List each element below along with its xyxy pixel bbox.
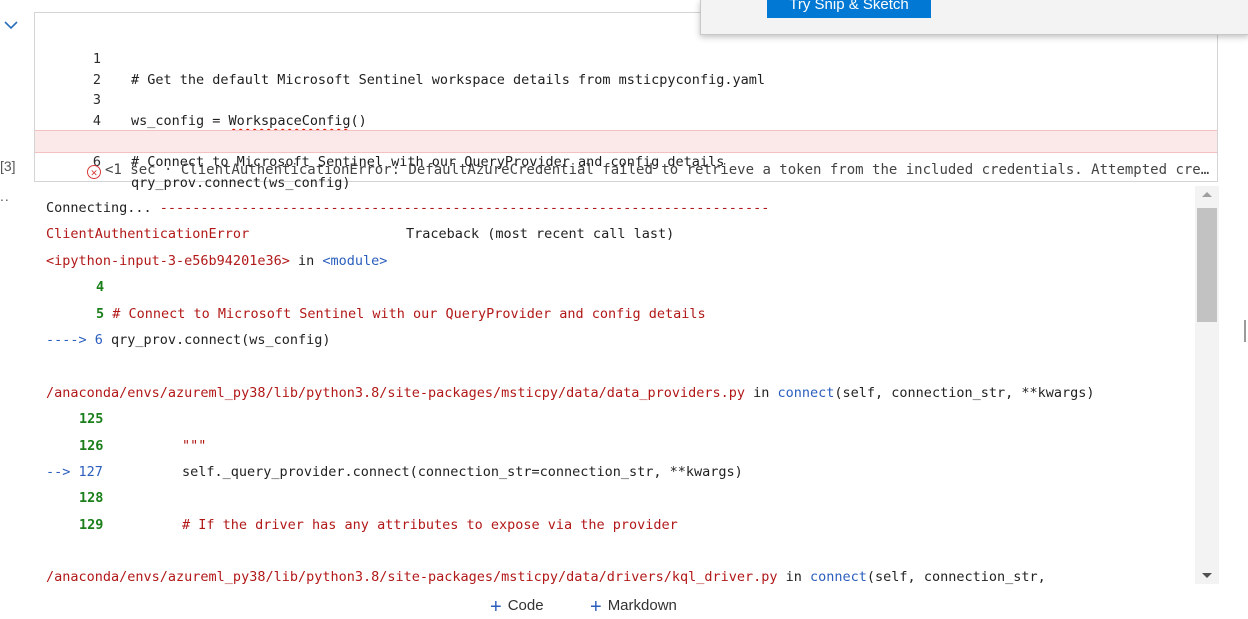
output-more-indicator[interactable]: .. [0,188,10,204]
output-line: ----> 6 qry_prov.connect(ws_config) [46,329,330,351]
traceback-code: # If the driver has any attributes to ex… [182,517,678,533]
output-line: 126 """ [79,435,206,457]
frame-in: in [744,385,778,401]
traceback-code: """ [182,438,207,454]
window-scroll-indicator [1244,320,1246,342]
code-line[interactable]: 3 ws_config = WorkspaceConfig() [35,69,1217,129]
traceback-code: # Connect to Microsoft Sentinel with our… [104,306,706,322]
code-line-error[interactable]: 6 qry_prov.connect(ws_config) [35,130,1217,191]
traceback-label: Traceback (most recent call last) [406,226,675,242]
frame-func: <module> [322,253,388,269]
output-line: --> 127 self._query_provider.connect(conn… [46,461,743,483]
output-line: 128 [79,487,103,509]
execution-count: [3] [0,158,16,174]
output-line: 4 [96,276,104,298]
frame-file: /anaconda/envs/azureml_py38/lib/python3.… [46,385,745,401]
output-line: <ipython-input-3-e56b94201e36> in <modul… [46,250,387,272]
frame-in: in [777,569,811,585]
output-line: 129 # If the driver has any attributes to… [79,514,678,536]
output-line: ClientAuthenticationError Traceback (most… [46,223,674,245]
scroll-up-arrow-icon[interactable] [1195,186,1219,202]
code-line[interactable]: 2 [35,49,1217,88]
traceback-line-number: 5 [96,306,105,322]
traceback-arrow: --> 127 [46,464,103,480]
plus-icon: + [490,596,502,618]
frame-file: <ipython-input-3-e56b94201e36> [46,253,290,269]
separator-dashes: ----------------------------------------… [159,200,770,216]
traceback-code: self._query_provider.connect(connection_… [182,464,743,480]
cell-output: Connecting... --------------------------… [34,192,1194,588]
traceback-code: qry_prov.connect(ws_config) [102,332,331,348]
connecting-text: Connecting... [46,200,160,216]
frame-file: /anaconda/envs/azureml_py38/lib/python3.… [46,569,778,585]
traceback-line-number: 126 [79,438,104,454]
output-line: 125 [79,408,103,430]
error-circle-icon: ✕ [87,165,101,179]
try-snip-sketch-button[interactable]: Try Snip & Sketch [767,0,931,18]
traceback-arrow: ----> 6 [46,332,103,348]
chevron-down-icon[interactable] [2,18,20,32]
frame-func: connect [777,385,835,401]
output-line: 5 # Connect to Microsoft Sentinel with o… [96,303,706,325]
cell-status[interactable]: ✕ <1 sec · ClientAuthenticationError: Def… [87,160,1217,180]
output-line: /anaconda/envs/azureml_py38/lib/python3.… [46,566,1046,588]
traceback-line-number: 4 [96,279,105,295]
frame-args: (self, connection_str, **kwargs) [834,385,1095,401]
add-code-label: Code [507,597,544,614]
frame-func: connect [810,569,867,585]
error-name: ClientAuthenticationError [46,226,250,242]
traceback-line-number: 125 [79,411,104,427]
traceback-line-number: 128 [79,490,104,506]
traceback-line-number: 129 [79,517,104,533]
output-line: /anaconda/envs/azureml_py38/lib/python3.… [46,382,1095,404]
add-markdown-label: Markdown [607,597,677,614]
frame-in: in [289,253,323,269]
output-scrollbar[interactable] [1195,186,1219,584]
output-line: Connecting... --------------------------… [46,197,769,219]
frame-args: (self, connection_str, [866,569,1046,585]
status-text: <1 sec · ClientAuthenticationError: Defa… [105,162,1217,178]
snip-sketch-popup: Try Snip & Sketch [700,0,1248,35]
code-cell[interactable]: 1 # Get the default Microsoft Sentinel w… [34,12,1218,191]
code-line[interactable]: 4 [35,90,1217,129]
scroll-down-arrow-icon[interactable] [1195,568,1219,584]
code-line[interactable]: 5 # Connect to Microsoft Sentinel with o… [35,110,1217,170]
plus-icon: + [590,596,602,618]
scrollbar-thumb[interactable] [1197,208,1217,322]
